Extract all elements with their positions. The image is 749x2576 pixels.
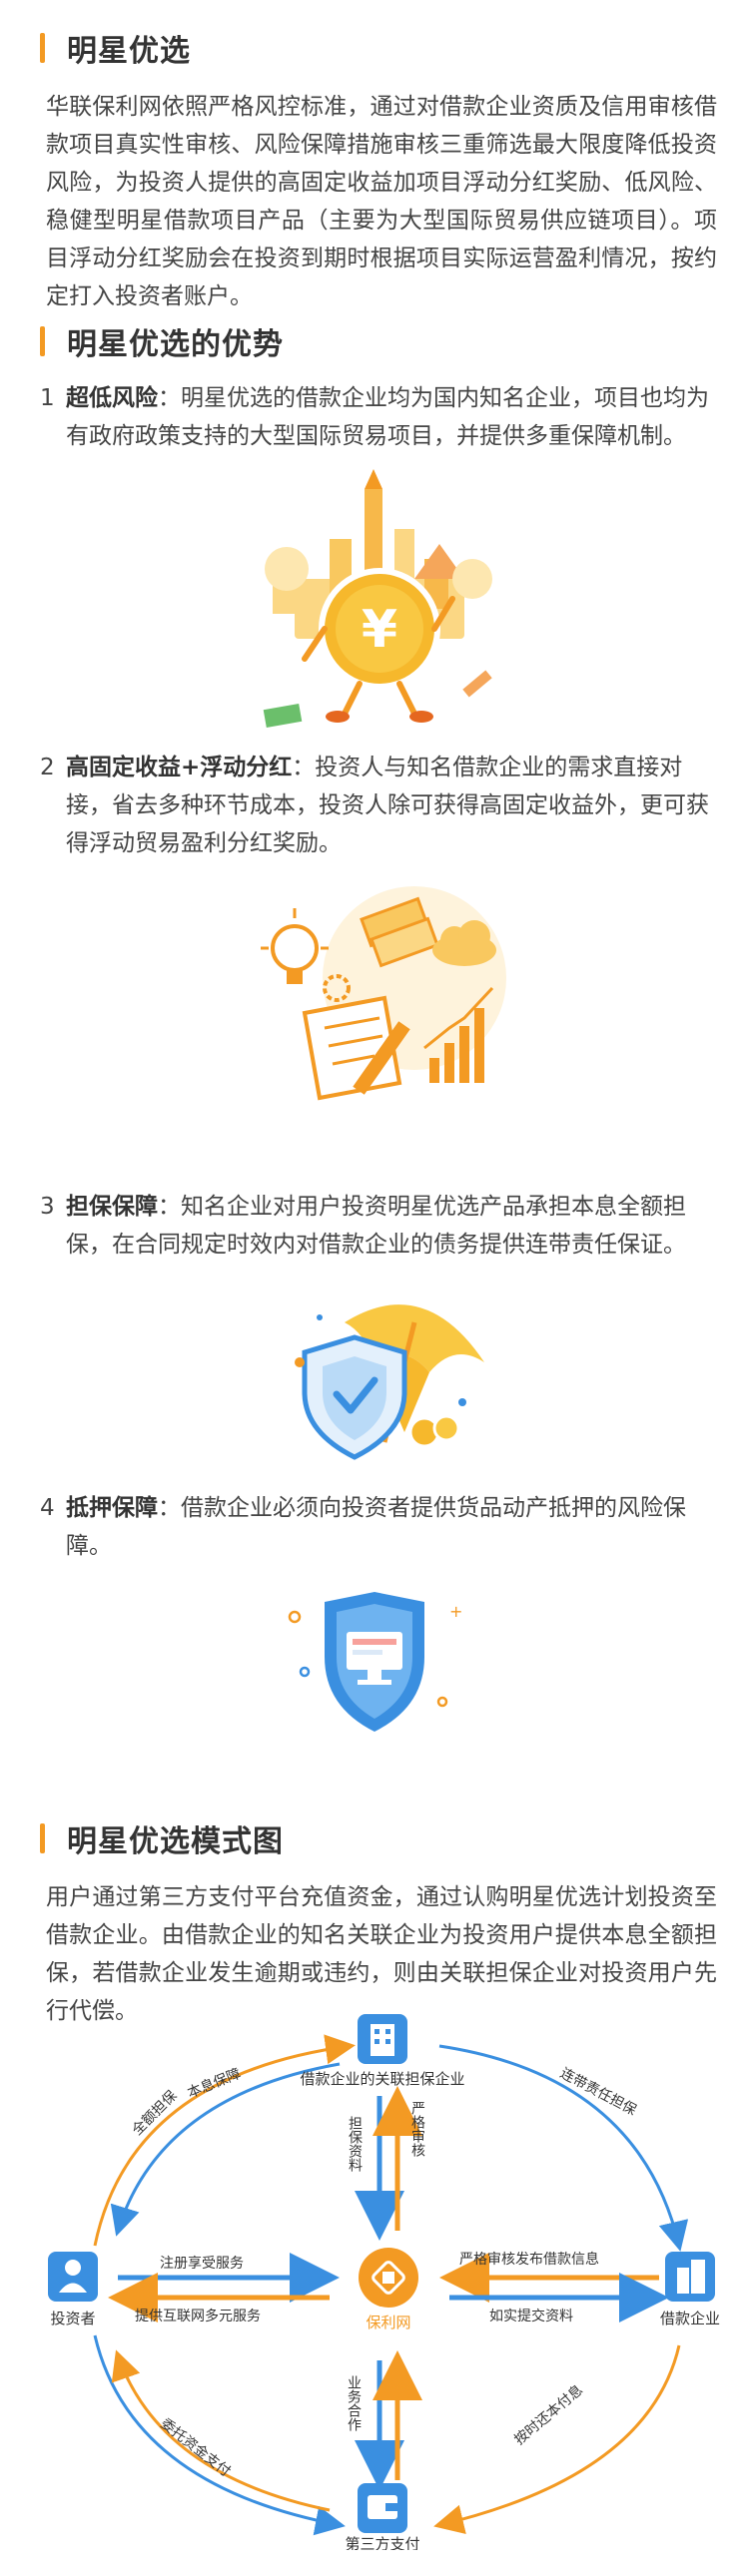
node-platform: 保利网	[366, 2314, 410, 2331]
section-title: 明星优选模式图	[67, 1824, 284, 1859]
item-body: 超低风险：明星优选的借款企业均为国内知名企业，项目也均为有政府政策支持的大型国际…	[66, 379, 725, 455]
item-number: 2	[40, 755, 55, 780]
item-text: ：明星优选的借款企业均为国内知名企业，项目也均为有政府政策支持的大型国际贸易项目…	[66, 385, 709, 449]
label-register: 注册享受服务	[160, 2255, 244, 2272]
item-body: 担保保障：知名企业对用户投资明星优选产品承担本息全额担保，在合同规定时效内对借款…	[66, 1188, 725, 1264]
model-diagram: 借款企业的关联担保企业 投资者 保利网 借款企业 第三方支付 全额担保 本息保障…	[40, 2006, 729, 2550]
item-title: 高固定收益+浮动分红	[66, 755, 293, 780]
label-repay: 按时还本付息	[511, 2381, 586, 2448]
lightbulb-chart-icon	[0, 878, 749, 1118]
label-provide-service: 提供互联网多元服务	[135, 2308, 261, 2324]
advantage-item: 1 超低风险：明星优选的借款企业均为国内知名企业，项目也均为有政府政策支持的大型…	[40, 379, 725, 455]
node-borrower: 借款企业	[660, 2310, 720, 2327]
item-number: 1	[40, 385, 55, 411]
monitor-shield-icon: +	[0, 1587, 749, 1742]
label-guarantee-info: 担保资料	[347, 2116, 363, 2172]
label-entrust: 委托资金支付	[158, 2416, 234, 2480]
node-investor: 投资者	[50, 2310, 95, 2327]
section-header: 明星优选	[40, 28, 191, 69]
item-number: 3	[40, 1194, 55, 1220]
advantage-item: 2 高固定收益+浮动分红：投资人与知名借款企业的需求直接对接，省去多种环节成本，…	[40, 749, 725, 862]
advantage-item: 3 担保保障：知名企业对用户投资明星优选产品承担本息全额担保，在合同规定时效内对…	[40, 1188, 725, 1264]
svg-text:¥: ¥	[362, 600, 397, 660]
section-header: 明星优选的优势	[40, 321, 284, 362]
svg-text:+: +	[449, 1602, 462, 1621]
item-title: 抵押保障	[66, 1495, 158, 1521]
item-body: 抵押保障：借款企业必须向投资者提供货品动产抵押的风险保障。	[66, 1489, 725, 1565]
label-review-publish: 严格审核发布借款信息	[459, 2251, 599, 2268]
item-text: ：知名企业对用户投资明星优选产品承担本息全额担保，在合同规定时效内对借款企业的债…	[66, 1194, 686, 1258]
label-strict-review: 严格审核	[409, 2101, 425, 2157]
node-guarantor: 借款企业的关联担保企业	[300, 2070, 464, 2088]
label-submit-info: 如实提交资料	[489, 2308, 573, 2324]
node-payment: 第三方支付	[345, 2535, 419, 2550]
item-body: 高固定收益+浮动分红：投资人与知名借款企业的需求直接对接，省去多种环节成本，投资…	[66, 749, 725, 862]
section-title: 明星优选的优势	[67, 327, 284, 362]
umbrella-shield-icon	[0, 1283, 749, 1467]
section-title: 明星优选	[67, 34, 191, 69]
item-title: 担保保障	[66, 1194, 158, 1220]
intro-paragraph: 华联保利网依照严格风控标准，通过对借款企业资质及信用审核借款项目真实性审核、风险…	[46, 94, 717, 309]
section-accent-bar	[40, 33, 45, 63]
section-accent-bar	[40, 326, 45, 356]
item-title: 超低风险	[66, 385, 158, 411]
advantage-item: 4 抵押保障：借款企业必须向投资者提供货品动产抵押的风险保障。	[40, 1489, 725, 1565]
item-text: ：借款企业必须向投资者提供货品动产抵押的风险保障。	[66, 1495, 686, 1559]
coin-city-icon: ¥	[0, 469, 749, 739]
section-accent-bar	[40, 1823, 45, 1853]
item-number: 4	[40, 1495, 55, 1521]
section-header: 明星优选模式图	[40, 1818, 284, 1859]
label-business: 业务合作	[346, 2375, 362, 2431]
